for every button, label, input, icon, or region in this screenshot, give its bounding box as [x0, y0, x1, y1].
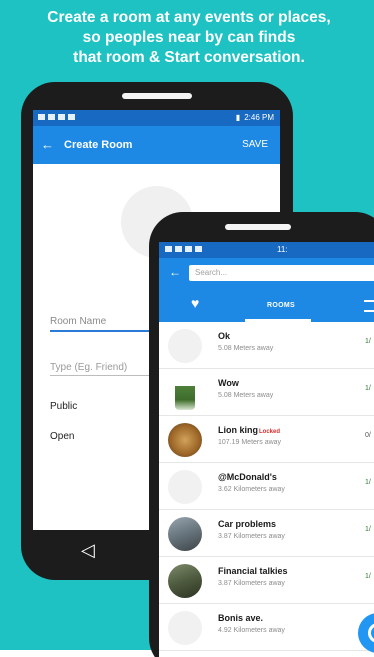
triangle-back-icon[interactable]: ◁ [81, 540, 95, 561]
room-name-input[interactable]: Room Name [50, 316, 160, 327]
phone-speaker [225, 224, 291, 230]
rooms-screen: 11: ← Search... ♥ ROOMS Ok 5.08 Meters a… [159, 242, 374, 657]
room-name: Lion king [218, 425, 258, 435]
room-name-wrap: Lion kingLocked [218, 425, 280, 435]
room-name: Car problems [218, 519, 277, 529]
headline-line-3: that room & Start conversation. [73, 49, 305, 66]
signal-icon: ▮ [235, 113, 241, 122]
room-distance: 4.92 Kilometers away [218, 627, 285, 634]
room-name: Bonis ave. [218, 613, 264, 623]
phone-speaker [122, 93, 192, 99]
headline-line-1: Create a room at any events or places, [47, 9, 331, 26]
search-input[interactable]: Search... [189, 265, 374, 281]
status-time: 2:46 PM [244, 113, 274, 122]
tab-bar: ♥ ROOMS [159, 288, 374, 322]
list-item[interactable]: Car problems 3.87 Kilometers away 1/ [159, 510, 374, 557]
option-open[interactable]: Open [50, 431, 74, 442]
room-avatar [168, 564, 202, 598]
list-item[interactable]: Wow 5.08 Meters away 1/ [159, 369, 374, 416]
list-item[interactable]: Bonis ave. 4.92 Kilometers away [159, 604, 374, 651]
room-avatar [168, 470, 202, 504]
room-count: 1/ [365, 385, 371, 392]
list-item[interactable]: @McDonald's 3.62 Kilometers away 1/ [159, 463, 374, 510]
tab-rooms[interactable]: ROOMS [267, 302, 295, 309]
status-bar: 11: [159, 242, 374, 258]
room-name: Ok [218, 331, 231, 341]
room-avatar [175, 376, 195, 410]
room-type-input[interactable]: Type (Eg. Friend) [50, 362, 160, 373]
rooms-list: Ok 5.08 Meters away 1/ Wow 5.08 Meters a… [159, 322, 374, 651]
toolbar-title: Create Room [64, 139, 133, 151]
room-distance: 5.08 Meters away [218, 345, 274, 352]
room-avatar [168, 423, 202, 457]
menu-icon[interactable] [364, 300, 374, 312]
room-avatar [168, 329, 202, 363]
promo-headline: Create a room at any events or places, s… [4, 8, 374, 68]
locked-badge: Locked [259, 429, 281, 435]
list-item[interactable]: Lion kingLocked 107.19 Meters away 0/ [159, 416, 374, 463]
option-public[interactable]: Public [50, 401, 77, 412]
circle-icon [368, 623, 374, 643]
room-count: 1/ [365, 573, 371, 580]
room-distance: 3.87 Kilometers away [218, 580, 285, 587]
room-distance: 3.87 Kilometers away [218, 533, 285, 540]
room-count: 0/ [365, 432, 371, 439]
room-distance: 3.62 Kilometers away [218, 486, 285, 493]
arrow-left-icon[interactable]: ← [41, 137, 54, 152]
room-count: 1/ [365, 479, 371, 486]
notification-icons [165, 246, 202, 252]
phone-rooms-list: 11: ← Search... ♥ ROOMS Ok 5.08 Meters a… [149, 212, 374, 657]
list-item[interactable]: Ok 5.08 Meters away 1/ [159, 322, 374, 369]
search-bar: ← Search... [159, 258, 374, 288]
status-bar: ▮ 2:46 PM [33, 110, 280, 126]
room-distance: 5.08 Meters away [218, 392, 274, 399]
toolbar: ← Create Room SAVE [33, 126, 280, 164]
status-time: 11: [277, 245, 288, 254]
room-count: 1/ [365, 338, 371, 345]
notification-icons [38, 114, 75, 120]
arrow-left-icon[interactable]: ← [169, 265, 181, 279]
status-right: ▮ 2:46 PM [236, 113, 274, 122]
room-count: 1/ [365, 526, 371, 533]
room-distance: 107.19 Meters away [218, 439, 282, 446]
app-promo-screenshot: Create a room at any events or places, s… [0, 0, 374, 657]
room-avatar [168, 611, 202, 645]
room-name: @McDonald's [218, 472, 277, 482]
heart-icon[interactable]: ♥ [191, 295, 199, 311]
headline-line-2: so peoples near by can finds [82, 29, 296, 46]
room-avatar [168, 517, 202, 551]
room-name: Wow [218, 378, 239, 388]
list-item[interactable]: Financial talkies 3.87 Kilometers away 1… [159, 557, 374, 604]
save-button[interactable]: SAVE [242, 139, 268, 150]
room-name: Financial talkies [218, 566, 288, 576]
